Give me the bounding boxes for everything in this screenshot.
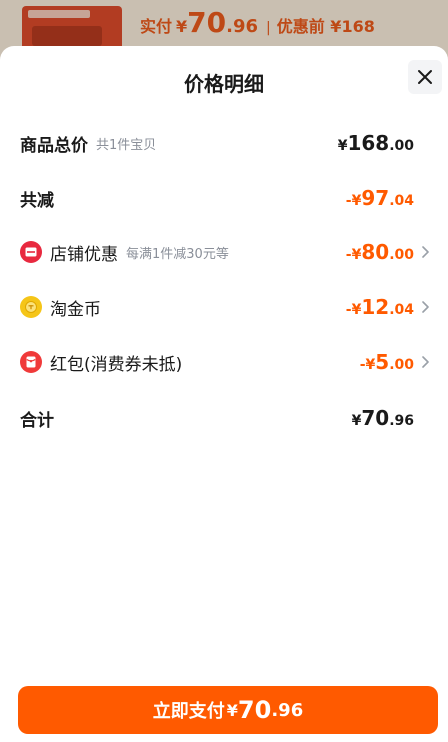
red-packet-dec: .00 <box>389 357 414 373</box>
goods-count: 共1件宝贝 <box>96 137 157 153</box>
red-packet-amount: -¥ 5 .00 <box>360 350 414 374</box>
goods-total-int: 168 <box>347 131 390 155</box>
chevron-right-icon <box>418 301 432 313</box>
total-reduction-int: 97 <box>361 186 390 210</box>
sum-amount: ¥ 70 .96 <box>352 406 414 430</box>
red-packet-icon <box>20 351 42 373</box>
red-packet-label: 红包(消费券未抵) <box>50 354 183 375</box>
gold-coin-icon <box>20 296 42 318</box>
shop-discount-currency: -¥ <box>345 247 362 263</box>
taobao-coin-int: 12 <box>361 295 390 319</box>
goods-total-currency: ¥ <box>337 138 348 154</box>
sum-currency: ¥ <box>351 413 362 429</box>
shop-discount-amount: -¥ 80 .00 <box>346 240 414 264</box>
sum-label: 合计 <box>20 410 54 431</box>
close-icon <box>418 70 432 84</box>
row-goods-total: 商品总价 共1件宝贝 ¥ 168 .00 <box>20 128 432 158</box>
row-taobao-coin[interactable]: 淘金币 -¥ 12 .04 <box>20 292 432 322</box>
red-packet-currency: -¥ <box>359 357 376 373</box>
row-total-reduction: 共减 -¥ 97 .04 <box>20 183 432 213</box>
taobao-coin-currency: -¥ <box>345 302 362 318</box>
shop-discount-int: 80 <box>361 240 390 264</box>
shop-discount-label: 店铺优惠 <box>50 244 118 265</box>
taobao-coin-label: 淘金币 <box>50 299 101 320</box>
row-red-packet[interactable]: 红包(消费券未抵) -¥ 5 .00 <box>20 347 432 377</box>
close-button[interactable] <box>408 60 442 94</box>
pay-now-label: 立即支付 <box>152 701 225 722</box>
sum-dec: .96 <box>389 413 414 429</box>
shop-discount-rule: 每满1件减30元等 <box>126 246 229 262</box>
goods-total-dec: .00 <box>389 138 414 154</box>
total-reduction-currency: -¥ <box>345 193 362 209</box>
chevron-right-icon <box>418 246 432 258</box>
pay-now-currency: ¥ <box>226 700 238 720</box>
red-packet-int: 5 <box>375 350 390 374</box>
total-reduction-dec: .04 <box>389 193 414 209</box>
sum-int: 70 <box>361 406 390 430</box>
total-reduction-label: 共减 <box>20 190 54 211</box>
row-sum: 合计 ¥ 70 .96 <box>20 403 432 433</box>
goods-total-label: 商品总价 <box>20 135 88 156</box>
price-details-sheet: 价格明细 商品总价 共1件宝贝 ¥ 168 .00 共减 -¥ 97 .04 店… <box>0 46 448 742</box>
shop-coupon-icon <box>20 241 42 263</box>
row-shop-discount[interactable]: 店铺优惠 每满1件减30元等 -¥ 80 .00 <box>20 237 432 267</box>
pay-now-int: 70 <box>237 696 272 724</box>
taobao-coin-amount: -¥ 12 .04 <box>346 295 414 319</box>
sheet-title: 价格明细 <box>184 72 264 96</box>
chevron-right-icon <box>418 356 432 368</box>
shop-discount-dec: .00 <box>389 247 414 263</box>
taobao-coin-dec: .04 <box>389 302 414 318</box>
total-reduction-amount: -¥ 97 .04 <box>346 186 414 210</box>
goods-total-amount: ¥ 168 .00 <box>338 131 414 155</box>
pay-now-dec: .96 <box>271 699 304 721</box>
pay-now-button[interactable]: 立即支付 ¥ 70 .96 <box>18 686 438 734</box>
